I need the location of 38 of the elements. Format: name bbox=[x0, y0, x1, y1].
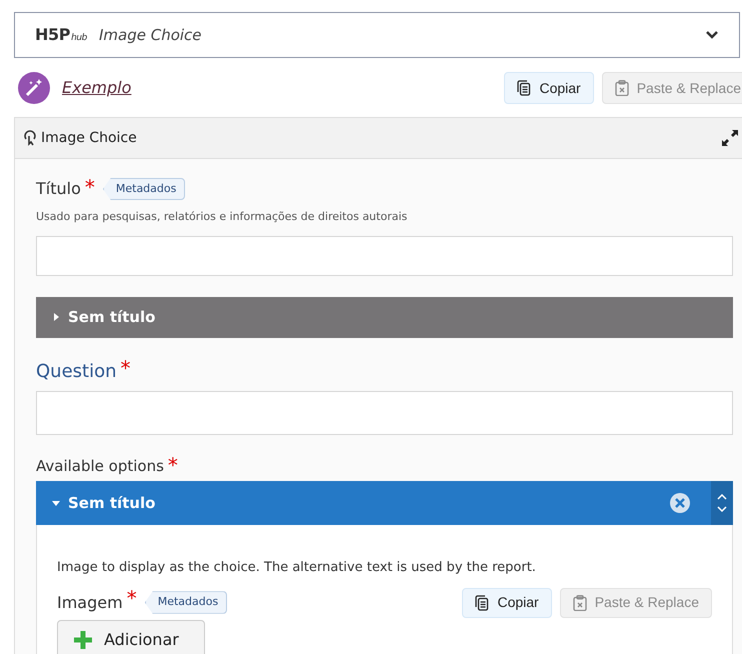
field-label: Imagem bbox=[57, 592, 123, 614]
content-type-title: Image Choice bbox=[98, 24, 202, 46]
required-asterisk: * bbox=[84, 177, 95, 197]
clipboard-icon bbox=[614, 80, 629, 96]
remove-icon[interactable] bbox=[670, 493, 690, 513]
option-header[interactable]: Sem título bbox=[36, 481, 733, 525]
field-description: Image to display as the choice. The alternative text is used by the report. bbox=[57, 559, 537, 577]
question-input[interactable] bbox=[36, 390, 733, 434]
clipboard-icon bbox=[572, 594, 587, 610]
field-label: Question bbox=[36, 360, 117, 384]
plus-icon bbox=[74, 630, 92, 648]
copy-icon bbox=[475, 594, 490, 610]
required-asterisk: * bbox=[120, 358, 131, 378]
field-label: Available options bbox=[36, 456, 164, 476]
hub-bar[interactable]: H5Phub Image Choice bbox=[14, 12, 740, 58]
pointer-icon bbox=[23, 130, 37, 146]
move-down-icon[interactable] bbox=[717, 506, 727, 512]
move-up-icon[interactable] bbox=[717, 494, 727, 500]
example-link[interactable]: Exemplo bbox=[62, 76, 132, 100]
magic-wand-icon bbox=[18, 72, 50, 104]
caret-down-icon bbox=[52, 499, 60, 507]
field-description: Usado para pesquisas, relatórios e informações de direitos autorais bbox=[36, 209, 408, 225]
group-header[interactable]: Sem título bbox=[36, 296, 733, 338]
title-input[interactable] bbox=[36, 236, 733, 276]
metadata-tag[interactable]: Metadados bbox=[144, 591, 228, 614]
copy-button[interactable]: Copiar bbox=[504, 72, 594, 104]
required-asterisk: * bbox=[168, 454, 178, 474]
add-button[interactable]: Adicionar bbox=[57, 620, 205, 654]
expand-icon[interactable] bbox=[721, 129, 739, 147]
chevron-down-icon[interactable] bbox=[705, 30, 719, 40]
metadata-tag[interactable]: Metadados bbox=[102, 178, 186, 200]
required-asterisk: * bbox=[126, 588, 137, 608]
hub-logo: H5Phub bbox=[35, 24, 87, 46]
caret-right-icon bbox=[52, 313, 60, 321]
field-label: Título bbox=[36, 178, 81, 200]
copy-icon bbox=[517, 80, 532, 96]
copy-button[interactable]: Copiar bbox=[462, 588, 552, 618]
editor-title: Image Choice bbox=[41, 128, 137, 148]
